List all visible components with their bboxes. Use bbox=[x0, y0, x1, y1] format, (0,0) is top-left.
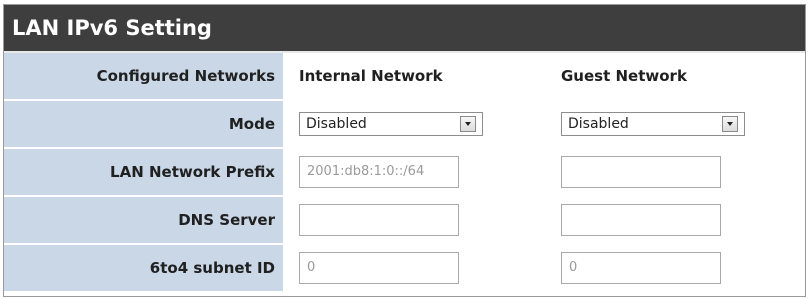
6to4-subnet-id-label: 6to4 subnet ID bbox=[4, 245, 285, 291]
mode-label: Mode bbox=[4, 101, 285, 147]
configured-networks-label: Configured Networks bbox=[4, 53, 285, 99]
dns-row: DNS Server bbox=[4, 197, 805, 245]
subnet-row: 6to4 subnet ID 0 0 bbox=[4, 245, 805, 291]
panel-title: LAN IPv6 Setting bbox=[4, 5, 805, 53]
guest-subnet-input[interactable]: 0 bbox=[561, 252, 721, 284]
internal-dns-input[interactable] bbox=[299, 204, 459, 236]
chevron-down-icon[interactable] bbox=[460, 116, 476, 132]
mode-row: Mode Disabled Disabled bbox=[4, 101, 805, 149]
header-row: Configured Networks Internal Network Gue… bbox=[4, 53, 805, 101]
guest-dns-cell bbox=[545, 197, 803, 243]
guest-mode-value: Disabled bbox=[568, 116, 629, 132]
guest-prefix-cell bbox=[545, 149, 803, 195]
internal-network-header-cell: Internal Network bbox=[285, 53, 545, 99]
guest-prefix-input[interactable] bbox=[561, 156, 721, 188]
dns-server-label: DNS Server bbox=[4, 197, 285, 243]
internal-network-header: Internal Network bbox=[299, 67, 443, 85]
internal-subnet-cell: 0 bbox=[285, 245, 545, 291]
internal-prefix-cell: 2001:db8:1:0::/64 bbox=[285, 149, 545, 195]
guest-mode-cell: Disabled bbox=[545, 101, 803, 147]
lan-ipv6-panel: LAN IPv6 Setting Configured Networks Int… bbox=[3, 4, 806, 297]
lan-network-prefix-label: LAN Network Prefix bbox=[4, 149, 285, 195]
prefix-row: LAN Network Prefix 2001:db8:1:0::/64 bbox=[4, 149, 805, 197]
internal-dns-cell bbox=[285, 197, 545, 243]
guest-mode-select[interactable]: Disabled bbox=[561, 112, 745, 136]
internal-subnet-input[interactable]: 0 bbox=[299, 252, 459, 284]
chevron-down-icon[interactable] bbox=[722, 116, 738, 132]
internal-prefix-input[interactable]: 2001:db8:1:0::/64 bbox=[299, 156, 459, 188]
internal-mode-cell: Disabled bbox=[285, 101, 545, 147]
guest-subnet-cell: 0 bbox=[545, 245, 803, 291]
guest-dns-input[interactable] bbox=[561, 204, 721, 236]
guest-network-header: Guest Network bbox=[561, 67, 687, 85]
internal-mode-select[interactable]: Disabled bbox=[299, 112, 483, 136]
internal-mode-value: Disabled bbox=[306, 116, 367, 132]
guest-network-header-cell: Guest Network bbox=[545, 53, 803, 99]
